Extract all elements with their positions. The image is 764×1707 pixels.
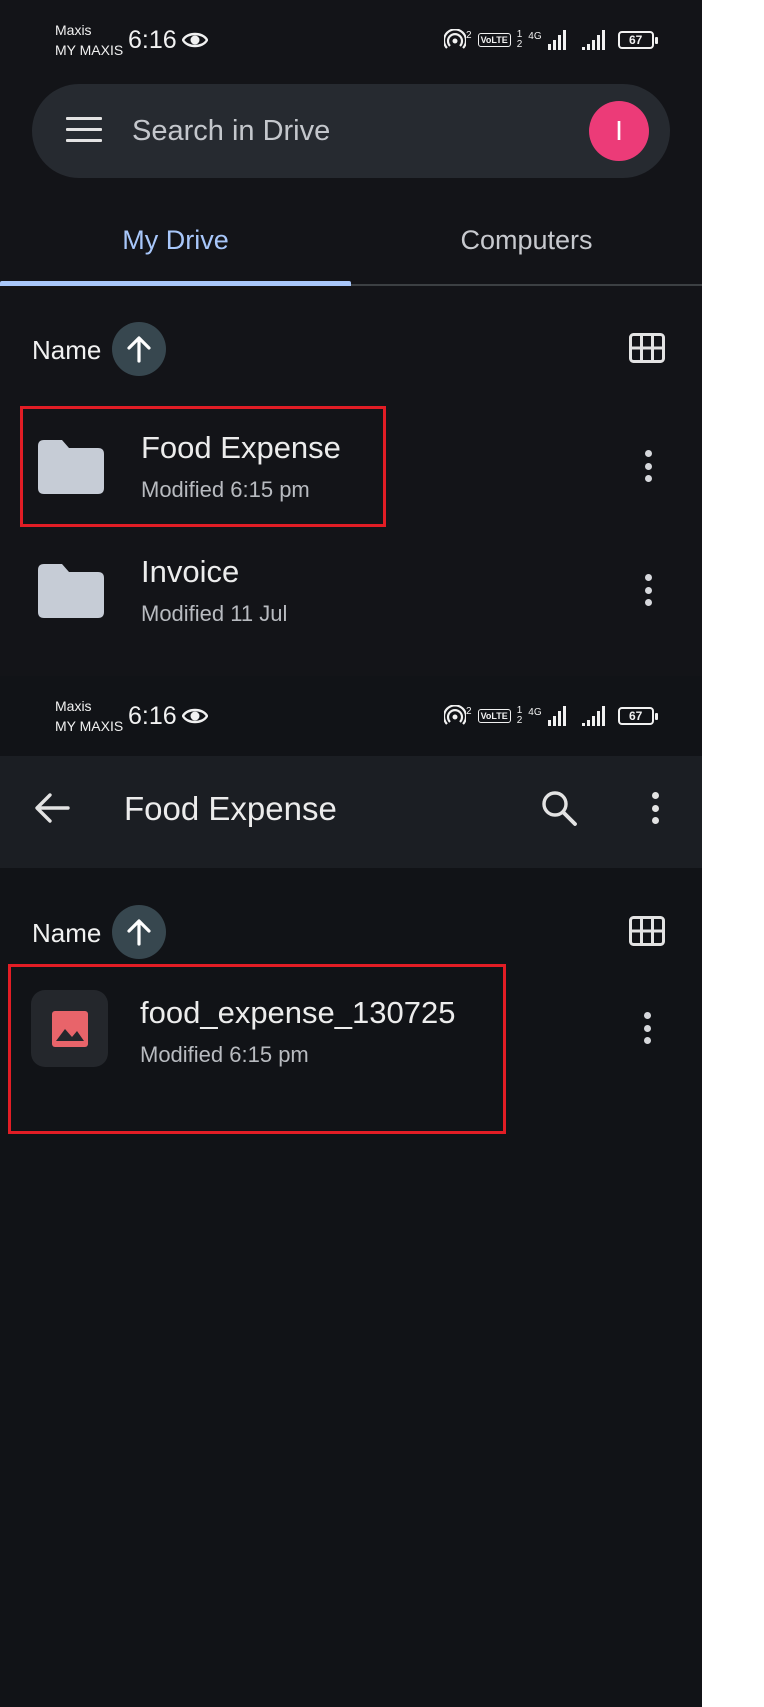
carrier-line-2: MY MAXIS <box>55 718 124 734</box>
selected-tab-indicator <box>0 281 351 286</box>
eye-icon <box>182 32 208 48</box>
folder-app-bar: Food Expense <box>0 756 702 868</box>
search-bar[interactable]: Search in Drive I <box>32 84 670 178</box>
file-thumbnail <box>31 990 108 1067</box>
sim2-label: 2 <box>516 715 523 726</box>
folder-title: Food Expense <box>124 790 337 827</box>
sort-row: Name <box>0 319 702 379</box>
battery-icon: 67 <box>617 31 658 49</box>
hotspot-icon <box>444 29 466 49</box>
status-icons: 2 VoLTE 1 2 4G 67 <box>444 26 658 54</box>
more-options-icon[interactable] <box>635 1008 659 1048</box>
signal-icon-sim2 <box>581 30 605 50</box>
carrier-name: Maxis MY MAXIS <box>55 20 123 60</box>
sort-label[interactable]: Name <box>32 335 101 366</box>
network-type: 4G <box>528 30 542 42</box>
signal-icon-sim2 <box>581 706 605 726</box>
carrier-name: Maxis MY MAXIS <box>55 696 123 736</box>
network-superscript: 2 <box>466 29 472 41</box>
food-expense-folder-screen: Maxis MY MAXIS 6:16 2 VoLTE 1 2 4G 67 Fo… <box>0 676 702 1707</box>
tab-my-drive[interactable]: My Drive <box>0 196 351 286</box>
account-avatar[interactable]: I <box>589 101 649 161</box>
status-bar: Maxis MY MAXIS 6:16 2 VoLTE 1 2 4G 67 <box>0 676 702 756</box>
image-icon <box>51 1010 88 1047</box>
arrow-up-icon <box>127 336 151 363</box>
search-icon[interactable] <box>540 789 578 827</box>
list-item-food-expense[interactable]: Food Expense Modified 6:15 pm <box>0 406 702 526</box>
sim-slots: 1 2 <box>517 30 523 50</box>
more-options-icon[interactable] <box>636 446 660 486</box>
hotspot-icon <box>444 705 466 725</box>
eye-icon <box>182 708 208 724</box>
battery-icon: 67 <box>617 707 658 725</box>
sort-row: Name <box>0 902 702 962</box>
volte-icon: VoLTE <box>477 709 511 723</box>
item-name: Invoice <box>141 554 240 589</box>
status-icons: 2 VoLTE 1 2 4G 67 <box>444 702 658 730</box>
status-time: 6:16 <box>128 26 177 54</box>
list-item-food-expense-image[interactable]: food_expense_130725 Modified 6:15 pm <box>0 971 702 1091</box>
carrier-line-1: Maxis <box>55 22 92 38</box>
sort-direction-button[interactable] <box>112 905 166 959</box>
my-drive-screen: Maxis MY MAXIS 6:16 2 VoLTE 1 2 4G 67 Se… <box>0 0 702 676</box>
item-modified: Modified 6:15 pm <box>141 477 310 502</box>
item-name: food_expense_130725 <box>140 995 456 1030</box>
drive-tabs: My Drive Computers <box>0 196 702 286</box>
sort-label[interactable]: Name <box>32 918 101 949</box>
status-time: 6:16 <box>128 702 177 730</box>
sim2-label: 2 <box>516 39 523 50</box>
search-input[interactable]: Search in Drive <box>132 115 330 148</box>
signal-icon-sim1 <box>547 30 566 50</box>
carrier-line-2: MY MAXIS <box>55 42 124 58</box>
volte-icon: VoLTE <box>477 33 511 47</box>
sim-slots: 1 2 <box>517 706 523 726</box>
sort-direction-button[interactable] <box>112 322 166 376</box>
grid-view-icon[interactable] <box>629 916 665 946</box>
list-item-invoice[interactable]: Invoice Modified 11 Jul <box>0 530 702 650</box>
item-modified: Modified 11 Jul <box>141 601 288 626</box>
carrier-line-1: Maxis <box>55 698 92 714</box>
network-type: 4G <box>528 706 542 718</box>
item-name: Food Expense <box>141 430 341 465</box>
more-options-icon[interactable] <box>636 570 660 610</box>
network-superscript: 2 <box>466 705 472 717</box>
status-bar: Maxis MY MAXIS 6:16 2 VoLTE 1 2 4G 67 <box>0 0 702 80</box>
item-modified: Modified 6:15 pm <box>140 1042 309 1067</box>
folder-icon <box>38 564 104 618</box>
folder-icon <box>38 440 104 494</box>
back-arrow-icon[interactable] <box>34 792 70 824</box>
signal-icon-sim1 <box>547 706 566 726</box>
arrow-up-icon <box>127 919 151 946</box>
more-options-icon[interactable] <box>643 788 667 828</box>
hamburger-menu-icon[interactable] <box>66 117 102 145</box>
tab-computers[interactable]: Computers <box>351 196 702 286</box>
grid-view-icon[interactable] <box>629 333 665 363</box>
